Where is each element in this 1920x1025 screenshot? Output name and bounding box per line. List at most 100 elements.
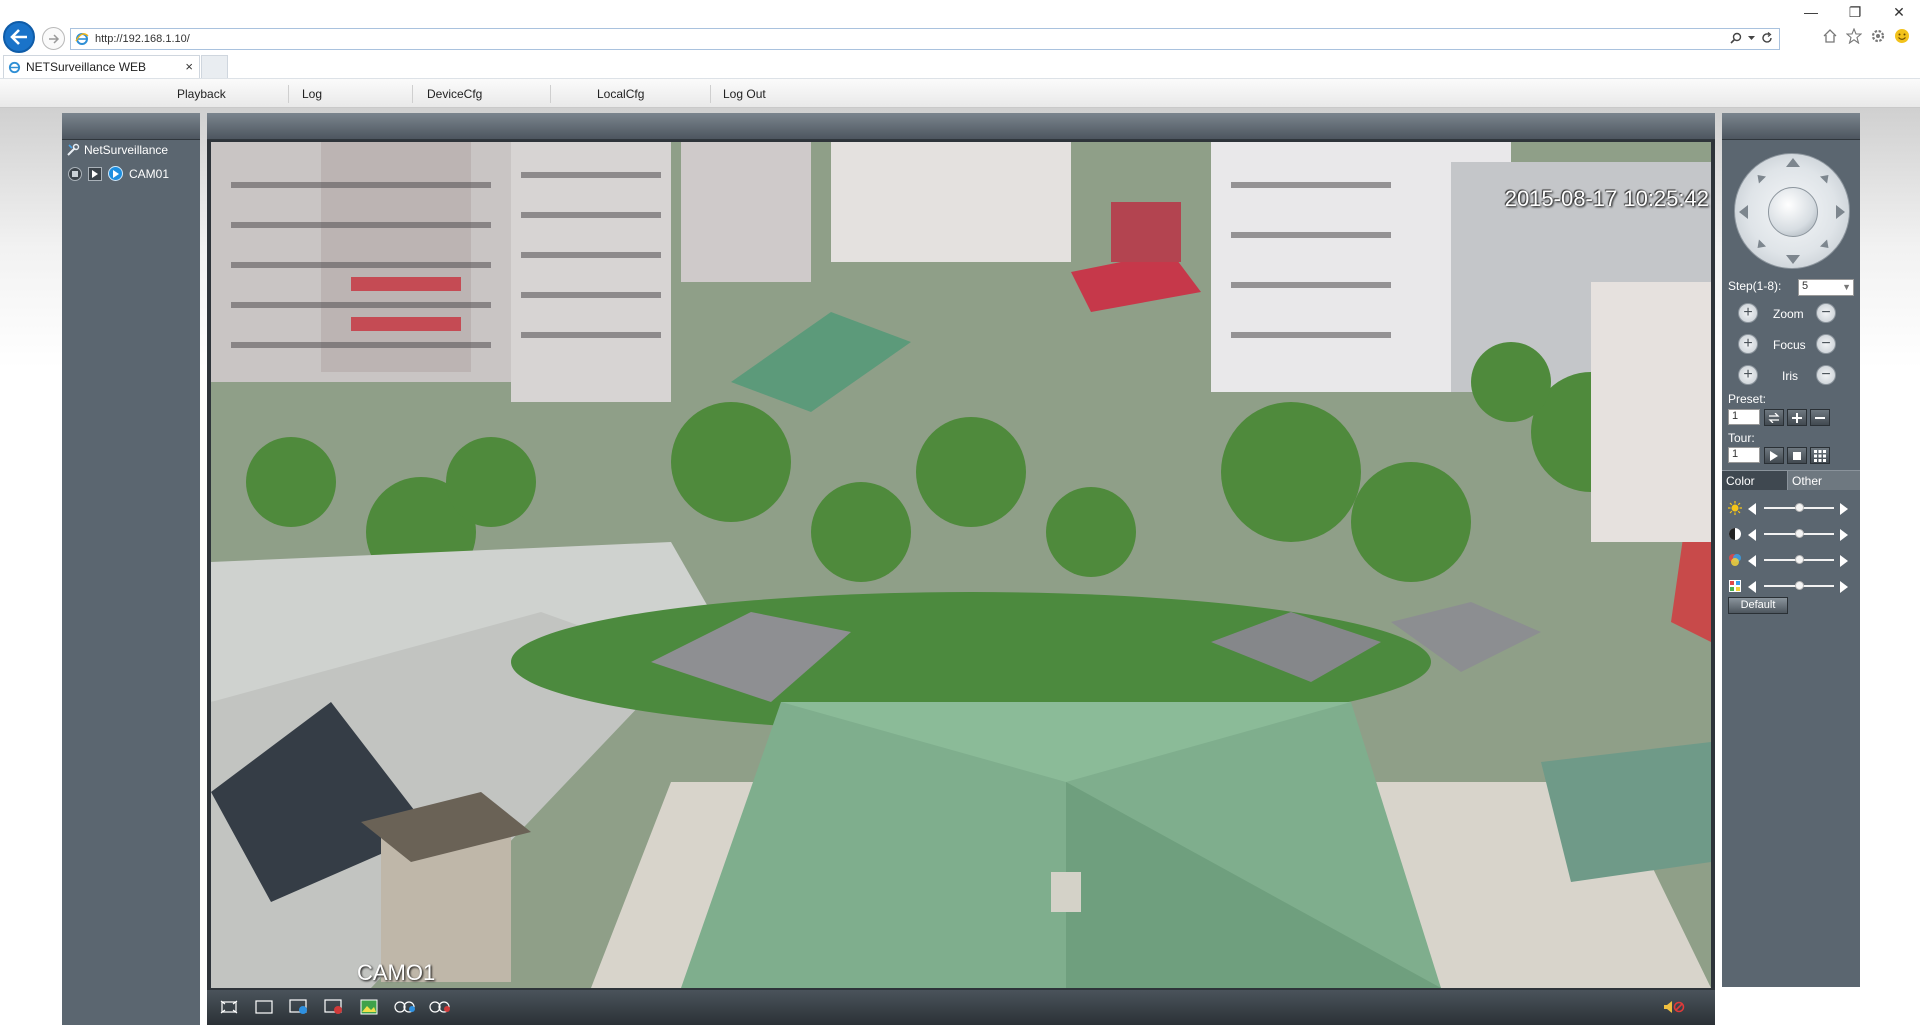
- ptz-left-icon[interactable]: [1739, 205, 1748, 219]
- ptz-direction-wheel[interactable]: [1734, 153, 1850, 269]
- tour-label: Tour:: [1728, 431, 1755, 445]
- search-icon[interactable]: [1730, 32, 1742, 44]
- zoom-in-button[interactable]: +: [1738, 303, 1758, 323]
- back-button[interactable]: [3, 21, 35, 53]
- ptz-downleft-icon[interactable]: [1753, 239, 1767, 252]
- snapshot-icon: [360, 999, 378, 1015]
- fullscreen-button[interactable]: [217, 997, 241, 1017]
- ptz-down-icon[interactable]: [1786, 255, 1800, 264]
- focus-far-button[interactable]: −: [1816, 334, 1836, 354]
- menu-logout[interactable]: Log Out: [723, 87, 766, 101]
- close-window-icon[interactable]: ✕: [1892, 4, 1906, 21]
- tour-start-button[interactable]: [1764, 447, 1784, 464]
- iris-open-button[interactable]: +: [1738, 365, 1758, 385]
- menu-playback[interactable]: Playback: [177, 87, 226, 101]
- menu-devicecfg[interactable]: DeviceCfg: [427, 87, 482, 101]
- focus-near-button[interactable]: +: [1738, 334, 1758, 354]
- feedback-smiley-icon[interactable]: [1894, 28, 1910, 44]
- brightness-increase-icon[interactable]: [1840, 503, 1848, 515]
- device-tree-panel: NetSurveillance CAM01: [62, 113, 200, 1025]
- address-tools: [1730, 32, 1773, 44]
- video-toolbar: [207, 990, 1715, 1025]
- restore-icon[interactable]: ❐: [1848, 4, 1862, 21]
- preset-add-button[interactable]: [1787, 409, 1807, 426]
- default-button[interactable]: Default: [1728, 597, 1788, 614]
- play-icon[interactable]: [88, 166, 102, 181]
- stop-record-button[interactable]: [428, 997, 452, 1017]
- ptz-upleft-icon[interactable]: [1753, 171, 1767, 184]
- hue-slider[interactable]: [1728, 577, 1856, 595]
- saturation-decrease-icon[interactable]: [1748, 555, 1756, 567]
- preset-input[interactable]: 1: [1728, 409, 1760, 425]
- menu-log[interactable]: Log: [302, 87, 322, 101]
- tour-stop-button[interactable]: [1787, 447, 1807, 464]
- slider-thumb[interactable]: [1795, 503, 1804, 512]
- preset-goto-button[interactable]: [1764, 409, 1784, 426]
- osd-channel-label: CAMO1: [357, 960, 436, 985]
- goto-icon: [1768, 412, 1780, 423]
- brightness-slider[interactable]: [1728, 499, 1856, 517]
- address-bar[interactable]: http://192.168.1.10/: [70, 28, 1780, 50]
- iris-label: Iris: [1782, 369, 1798, 383]
- tour-grid-button[interactable]: [1810, 447, 1830, 464]
- saturation-increase-icon[interactable]: [1840, 555, 1848, 567]
- slider-thumb[interactable]: [1795, 555, 1804, 564]
- ptz-downright-icon[interactable]: [1819, 239, 1833, 252]
- new-tab-button[interactable]: [201, 55, 228, 78]
- url-text: http://192.168.1.10/: [95, 33, 190, 45]
- focus-label: Focus: [1773, 338, 1806, 352]
- hue-decrease-icon[interactable]: [1748, 581, 1756, 593]
- tour-input[interactable]: 1: [1728, 447, 1760, 463]
- slider-thumb[interactable]: [1795, 581, 1804, 590]
- browser-tab-active[interactable]: NETSurveillance WEB ×: [3, 55, 200, 78]
- zoom-out-button[interactable]: −: [1816, 303, 1836, 323]
- contrast-increase-icon[interactable]: [1840, 529, 1848, 541]
- preset-value: 1: [1732, 410, 1739, 422]
- contrast-slider[interactable]: [1728, 525, 1856, 543]
- ptz-right-icon[interactable]: [1836, 205, 1845, 219]
- audio-button[interactable]: [1662, 997, 1686, 1017]
- forward-button[interactable]: [42, 27, 65, 50]
- tab-color[interactable]: Color: [1722, 470, 1788, 490]
- contrast-decrease-icon[interactable]: [1748, 529, 1756, 541]
- saturation-icon: [1729, 554, 1741, 566]
- ptz-center-button[interactable]: [1768, 187, 1818, 237]
- tab-close-icon[interactable]: ×: [185, 59, 193, 74]
- camera-label: CAM01: [129, 166, 170, 181]
- home-icon[interactable]: [1822, 28, 1838, 44]
- record-all-button[interactable]: [393, 997, 417, 1017]
- play-icon: [1770, 450, 1778, 461]
- slider-thumb[interactable]: [1795, 529, 1804, 538]
- tree-camera-node[interactable]: CAM01: [68, 166, 169, 181]
- step-select[interactable]: 5 ▼: [1798, 279, 1854, 296]
- tab-color-label: Color: [1726, 474, 1755, 488]
- menu-localcfg[interactable]: LocalCfg: [597, 87, 644, 101]
- dropdown-icon[interactable]: [1748, 35, 1755, 41]
- preset-label: Preset:: [1728, 392, 1767, 406]
- live-status-icon[interactable]: [108, 166, 123, 181]
- record-toggle-icon[interactable]: [68, 166, 82, 181]
- preset-remove-button[interactable]: [1810, 409, 1830, 426]
- snapshot-button[interactable]: [357, 997, 381, 1017]
- ptz-upright-icon[interactable]: [1819, 171, 1833, 184]
- app-menubar: Playback Log DeviceCfg LocalCfg Log Out: [0, 78, 1920, 108]
- open-all-button[interactable]: [287, 997, 311, 1017]
- iris-close-button[interactable]: −: [1816, 365, 1836, 385]
- close-all-button[interactable]: [322, 997, 346, 1017]
- hue-increase-icon[interactable]: [1840, 581, 1848, 593]
- tab-other[interactable]: Other: [1788, 470, 1860, 490]
- device-tools-icon: [67, 143, 80, 156]
- tree-root-node[interactable]: NetSurveillance: [66, 143, 168, 157]
- single-view-button[interactable]: [252, 997, 276, 1017]
- brightness-decrease-icon[interactable]: [1748, 503, 1756, 515]
- minimize-icon[interactable]: —: [1804, 4, 1818, 21]
- saturation-slider[interactable]: [1728, 551, 1856, 569]
- close-all-icon: [324, 999, 342, 1014]
- favorites-star-icon[interactable]: [1846, 28, 1862, 44]
- refresh-icon[interactable]: [1761, 32, 1773, 44]
- video-panel: 2015-08-17 10:25:42 CAMO1: [207, 113, 1715, 1025]
- ptz-up-icon[interactable]: [1786, 158, 1800, 167]
- settings-gear-icon[interactable]: [1870, 28, 1886, 44]
- live-video-feed[interactable]: 2015-08-17 10:25:42 CAMO1: [211, 142, 1711, 988]
- browser-toolbar-icons: [1822, 28, 1910, 44]
